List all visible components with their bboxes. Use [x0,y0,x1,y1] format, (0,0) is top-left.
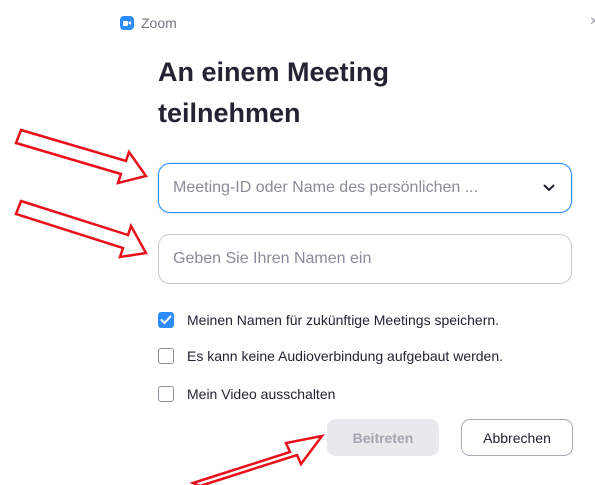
join-meeting-window: Zoom × An einem Meeting teilnehmen Meine… [0,0,595,485]
join-button[interactable]: Beitreten [327,419,439,456]
checkbox-unchecked[interactable] [158,348,174,364]
red-outline-arrow-icon [14,128,149,185]
chevron-down-icon[interactable] [541,180,557,196]
option-label[interactable]: Meinen Namen für zukünftige Meetings spe… [187,312,499,328]
checkmark-icon [160,315,172,324]
zoom-camera-icon [120,16,134,30]
close-icon[interactable]: × [590,14,595,30]
checkbox-unchecked[interactable] [158,386,174,402]
name-field[interactable] [158,234,572,284]
title-bar: Zoom [120,13,177,33]
cancel-button[interactable]: Abbrechen [461,419,573,456]
option-no-audio[interactable]: Es kann keine Audioverbindung aufgebaut … [158,346,503,366]
page-title: An einem Meeting teilnehmen [158,57,390,128]
red-outline-arrow-icon [14,199,148,259]
red-outline-arrow-icon [189,434,325,485]
option-label[interactable]: Mein Video ausschalten [187,386,335,402]
meeting-id-combobox[interactable] [158,163,572,213]
name-input[interactable] [173,250,557,268]
meeting-id-input[interactable] [173,179,533,197]
option-label[interactable]: Es kann keine Audioverbindung aufgebaut … [187,348,503,364]
app-name: Zoom [141,15,177,31]
option-remember-name[interactable]: Meinen Namen für zukünftige Meetings spe… [158,310,499,330]
checkbox-checked[interactable] [158,312,174,328]
option-video-off[interactable]: Mein Video ausschalten [158,384,335,404]
